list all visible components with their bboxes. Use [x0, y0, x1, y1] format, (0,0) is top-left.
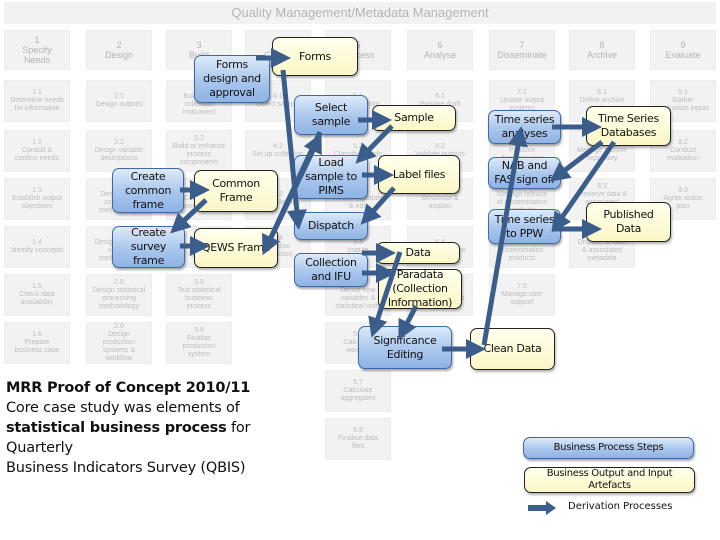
subprocess-cell: 2.1 Design outputs [86, 80, 152, 122]
artefact-qews-frame[interactable]: QEWS Frame [194, 228, 278, 268]
subprocess-cell: 2.2 Design variable descriptions [86, 130, 152, 172]
artefact-clean-data[interactable]: Clean Data [470, 328, 555, 370]
step-time-series-ppw[interactable]: Time series to PPW [488, 209, 561, 244]
phase-8: 8 Archive [569, 30, 635, 70]
step-forms-design[interactable]: Forms design and approval [194, 55, 270, 103]
step-significance-editing[interactable]: Significance Editing [358, 326, 452, 369]
legend-business-process-steps: Business Process Steps [523, 437, 694, 459]
subprocess-cell: 3.2 Build or enhance process components [166, 130, 232, 172]
phase-2: 2 Design [86, 30, 152, 70]
subprocess-cell: 5.7 Calculate aggregates [325, 370, 391, 412]
caption-bold-phrase: statistical business process [6, 420, 227, 436]
artefact-time-series-databases[interactable]: Time Series Databases [586, 106, 671, 146]
subprocess-cell: 1.5 Check data availability [4, 274, 70, 316]
subprocess-cell: 7.5 Manage user support [489, 274, 555, 316]
caption-line-3: statistical business process for Quarter… [6, 418, 316, 458]
legend-business-artefacts: Business Output and Input Artefacts [524, 467, 695, 493]
artefact-common-frame[interactable]: Common Frame [194, 170, 278, 212]
caption-line-4: Business Indicators Survey (QBIS) [6, 460, 246, 476]
phase-9: 9 Evaluate [650, 30, 716, 70]
quality-metadata-banner: Quality Management/Metadata Management [4, 2, 716, 24]
step-load-sample[interactable]: Load sample to PIMS [294, 155, 368, 199]
phase-1: 1 Specify Needs [4, 30, 70, 70]
step-select-sample[interactable]: Select sample [294, 95, 368, 135]
subprocess-cell: 3.5 Test statistical business process [166, 274, 232, 316]
subprocess-cell: 5.8 Finalise data files [325, 418, 391, 460]
step-collection-ifu[interactable]: Collection and IFU [294, 253, 368, 287]
step-create-survey-frame[interactable]: Create survey frame [112, 226, 185, 268]
step-nab-fas-signoff[interactable]: NAB and FAS sign off [488, 157, 561, 189]
subprocess-cell: 2.5 Design statistical processing method… [86, 274, 152, 316]
legend-arrow-icon [528, 501, 556, 515]
caption-title: MRR Proof of Concept 2010/11 [6, 380, 251, 396]
subprocess-cell: 1.4 Identify concepts [4, 226, 70, 268]
artefact-forms[interactable]: Forms [272, 37, 358, 76]
phase-7: 7 Disseminate [489, 30, 555, 70]
subprocess-cell: 1.3 Establish output objectives [4, 178, 70, 220]
subprocess-cell: 1.2 Consult & confirm needs [4, 130, 70, 172]
subprocess-cell: 1.1 Determine needs for information [4, 80, 70, 122]
artefact-published-data[interactable]: Published Data [586, 202, 671, 242]
step-time-series-analyses[interactable]: Time series analyses [488, 110, 561, 144]
case-study-caption: MRR Proof of Concept 2010/11 Core case s… [6, 378, 316, 478]
artefact-paradata[interactable]: Paradata (Collection Information) [378, 268, 462, 309]
subprocess-cell: 1.6 Prepare business case [4, 322, 70, 364]
step-dispatch[interactable]: Dispatch [294, 212, 368, 240]
caption-line-1: Core case study was elements of [6, 400, 240, 416]
artefact-sample[interactable]: Sample [372, 105, 456, 131]
phase-6: 6 Analyse [407, 30, 473, 70]
legend-derivation-processes: Derivation Processes [568, 501, 673, 512]
subprocess-cell: 2.6 Design production systems & workflow [86, 322, 152, 364]
artefact-data[interactable]: Data [376, 242, 460, 264]
step-create-common-frame[interactable]: Create common frame [112, 168, 184, 213]
subprocess-cell: 3.6 Finalise production system [166, 322, 232, 364]
artefact-label-files[interactable]: Label files [378, 155, 460, 194]
